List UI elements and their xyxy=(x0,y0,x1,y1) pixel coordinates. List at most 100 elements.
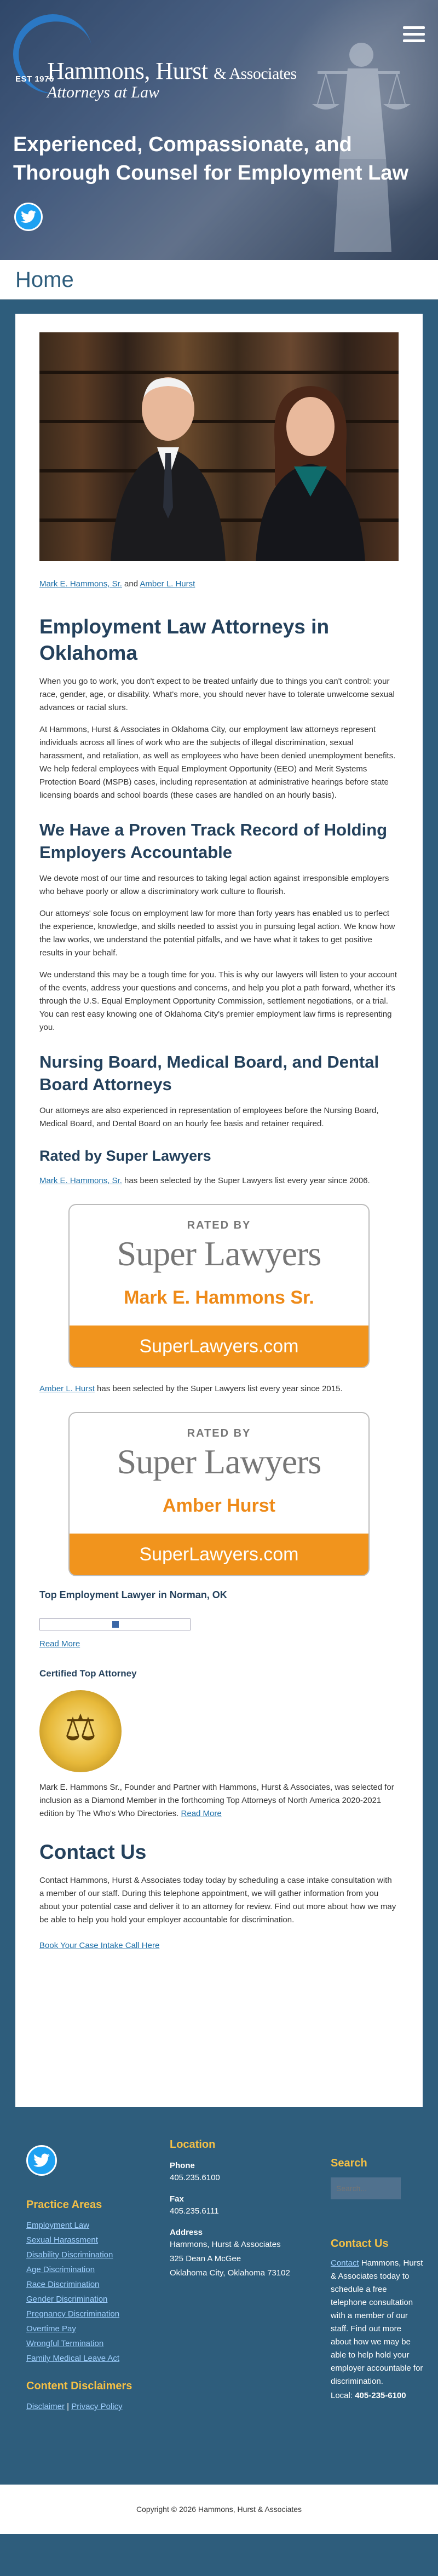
top-lawyer-widget[interactable] xyxy=(39,1618,191,1630)
attorney-woman-figure xyxy=(256,386,365,561)
fax-label: Fax xyxy=(170,2194,184,2204)
practice-link[interactable]: Overtime Pay xyxy=(26,2324,76,2333)
super-lawyers-hammons-text: Mark E. Hammons, Sr. has been selected b… xyxy=(39,1174,399,1188)
site-header: EST 1976 Hammons, Hurst & Associates Att… xyxy=(0,0,438,260)
attorney-link-hammons[interactable]: Mark E. Hammons, Sr. xyxy=(39,579,122,589)
paragraph: When you go to work, you don't expect to… xyxy=(39,677,395,712)
top-employment-lawyer-title: Top Employment Lawyer in Norman, OK xyxy=(39,1589,227,1600)
practice-link[interactable]: Disability Discrimination xyxy=(26,2250,113,2260)
badge-attorney-name: Amber Hurst xyxy=(163,1495,275,1516)
paragraph: We understand this may be a tough time f… xyxy=(39,970,397,1032)
top-attorney-seal xyxy=(39,1690,122,1772)
list-item: Gender Discrimination xyxy=(26,2292,136,2307)
location-heading: Location xyxy=(170,2139,216,2151)
search-input[interactable] xyxy=(331,2177,401,2199)
practice-link[interactable]: Gender Discrimination xyxy=(26,2295,107,2304)
logo-associates-text: & Associates xyxy=(214,65,297,83)
attorneys-photo xyxy=(39,332,399,561)
hammons-link[interactable]: Mark E. Hammons, Sr. xyxy=(39,1176,122,1185)
practice-link[interactable]: Age Discrimination xyxy=(26,2265,95,2274)
footer-contact-text: Contact Hammons, Hurst & Associates toda… xyxy=(331,2257,424,2388)
heading-track-record: We Have a Proven Track Record of Holding… xyxy=(39,820,388,862)
paragraph: At Hammons, Hurst & Associates in Oklaho… xyxy=(39,725,396,800)
super-lawyers-hurst-text: Amber L. Hurst has been selected by the … xyxy=(39,1382,399,1396)
attorney-link-hurst[interactable]: Amber L. Hurst xyxy=(140,579,195,589)
certified-text: Mark E. Hammons Sr., Founder and Partner… xyxy=(39,1781,399,1820)
site-footer: Practice Areas Employment Law Sexual Har… xyxy=(0,2122,438,2534)
practice-link[interactable]: Family Medical Leave Act xyxy=(26,2354,119,2363)
paragraph: We devote most of our time and resources… xyxy=(39,874,389,896)
logo-tagline: Attorneys at Law xyxy=(47,83,160,101)
list-item: Wrongful Termination xyxy=(26,2336,136,2351)
practice-link[interactable]: Race Discrimination xyxy=(26,2280,99,2289)
list-item: Pregnancy Discrimination xyxy=(26,2307,136,2321)
practice-areas-heading: Practice Areas xyxy=(26,2199,102,2211)
sl1-text: has been selected by the Super Lawyers l… xyxy=(122,1176,370,1185)
footer-practice-areas: Practice Areas Employment Law Sexual Har… xyxy=(26,2199,136,2414)
heading-boards: Nursing Board, Medical Board, and Dental… xyxy=(39,1052,379,1094)
local-label: Local: xyxy=(331,2391,355,2400)
twitter-icon[interactable] xyxy=(14,203,43,231)
page-title-bar: Home xyxy=(0,260,438,299)
certified-top-attorney-title: Certified Top Attorney xyxy=(39,1668,137,1679)
paragraph: Our attorneys' sole focus on employment … xyxy=(39,909,395,958)
contact-heading: Contact Us xyxy=(331,2238,389,2250)
copyright: Copyright © 2026 Hammons, Hurst & Associ… xyxy=(0,2485,438,2534)
address-label: Address xyxy=(170,2228,203,2237)
super-lawyers-badge-hurst[interactable]: RATED BY Super Lawyers Amber Hurst Super… xyxy=(68,1412,370,1576)
main-content: Mark E. Hammons, Sr. and Amber L. Hurst … xyxy=(15,314,423,2107)
phone-label: Phone xyxy=(170,2161,195,2170)
practice-link[interactable]: Wrongful Termination xyxy=(26,2339,103,2348)
attorney-man-figure xyxy=(111,377,226,561)
footer-location: Location Phone 405.235.6100 Fax 405.235.… xyxy=(170,2139,290,2280)
fax-number: 405.235.6111 xyxy=(170,2206,219,2216)
hamburger-menu-icon[interactable] xyxy=(403,26,425,45)
footer-search-contact: Search Contact Us Contact Hammons, Hurst… xyxy=(331,2157,424,2402)
cert-read-more-link[interactable]: Read More xyxy=(181,1809,222,1818)
site-logo[interactable]: EST 1976 Hammons, Hurst & Associates Att… xyxy=(5,7,320,101)
local-phone-line: Local: 405-235-6100 xyxy=(331,2389,424,2402)
list-item: Age Discrimination xyxy=(26,2262,136,2277)
practice-link[interactable]: Sexual Harassment xyxy=(26,2235,98,2245)
address-city: Oklahoma City, Oklahoma 73102 xyxy=(170,2268,290,2278)
badge-rated-by: RATED BY xyxy=(187,1427,251,1439)
badge-brand: Super Lawyers xyxy=(117,1442,322,1481)
list-item: Sexual Harassment xyxy=(26,2233,136,2247)
disclaimers-heading: Content Disclaimers xyxy=(26,2380,132,2392)
footer-contact-link[interactable]: Contact xyxy=(331,2258,359,2268)
phone-number[interactable]: 405.235.6100 xyxy=(170,2171,290,2185)
super-lawyers-badge-hammons[interactable]: RATED BY Super Lawyers Mark E. Hammons S… xyxy=(68,1204,370,1368)
widget-icon xyxy=(112,1621,119,1628)
logo-firm-name: Hammons, Hurst & Associates xyxy=(47,57,297,85)
list-item: Employment Law xyxy=(26,2218,136,2233)
privacy-policy-link[interactable]: Privacy Policy xyxy=(71,2402,122,2411)
disclaimer-links: Disclaimer | Privacy Policy xyxy=(26,2399,136,2414)
heading-contact: Contact Us xyxy=(39,1841,147,1863)
hero-headline: Experienced, Compassionate, and Thorough… xyxy=(13,133,408,185)
read-more-link[interactable]: Read More xyxy=(39,1639,399,1649)
paragraph: Contact Hammons, Hurst & Associates toda… xyxy=(39,1876,396,1924)
badge-attorney-name: Mark E. Hammons Sr. xyxy=(124,1287,314,1308)
caption-and: and xyxy=(122,579,140,589)
page-title: Home xyxy=(15,268,74,292)
hurst-link[interactable]: Amber L. Hurst xyxy=(39,1384,95,1393)
badge-rated-by: RATED BY xyxy=(187,1219,251,1231)
disclaimer-link[interactable]: Disclaimer xyxy=(26,2402,65,2411)
practice-link[interactable]: Pregnancy Discrimination xyxy=(26,2309,119,2319)
main-content-wrapper: Mark E. Hammons, Sr. and Amber L. Hurst … xyxy=(0,299,438,2122)
footer-twitter-icon[interactable] xyxy=(26,2145,57,2176)
local-phone[interactable]: 405-235-6100 xyxy=(355,2391,406,2400)
list-item: Disability Discrimination xyxy=(26,2247,136,2262)
heading-super-lawyers: Rated by Super Lawyers xyxy=(39,1148,211,1164)
practice-areas-list: Employment Law Sexual Harassment Disabil… xyxy=(26,2218,136,2366)
book-intake-link[interactable]: Book Your Case Intake Call Here xyxy=(39,1941,399,1950)
practice-link[interactable]: Employment Law xyxy=(26,2221,89,2230)
badge-url: SuperLawyers.com xyxy=(70,1534,368,1575)
address-street: 325 Dean A McGee xyxy=(170,2254,241,2263)
sl2-text: has been selected by the Super Lawyers l… xyxy=(94,1384,343,1393)
badge-brand: Super Lawyers xyxy=(117,1234,322,1273)
contact-description: Hammons, Hurst & Associates today to sch… xyxy=(331,2258,423,2386)
list-item: Overtime Pay xyxy=(26,2321,136,2336)
paragraph: Our attorneys are also experienced in re… xyxy=(39,1106,379,1128)
list-item: Disclaimer | Privacy Policy xyxy=(26,2402,123,2411)
